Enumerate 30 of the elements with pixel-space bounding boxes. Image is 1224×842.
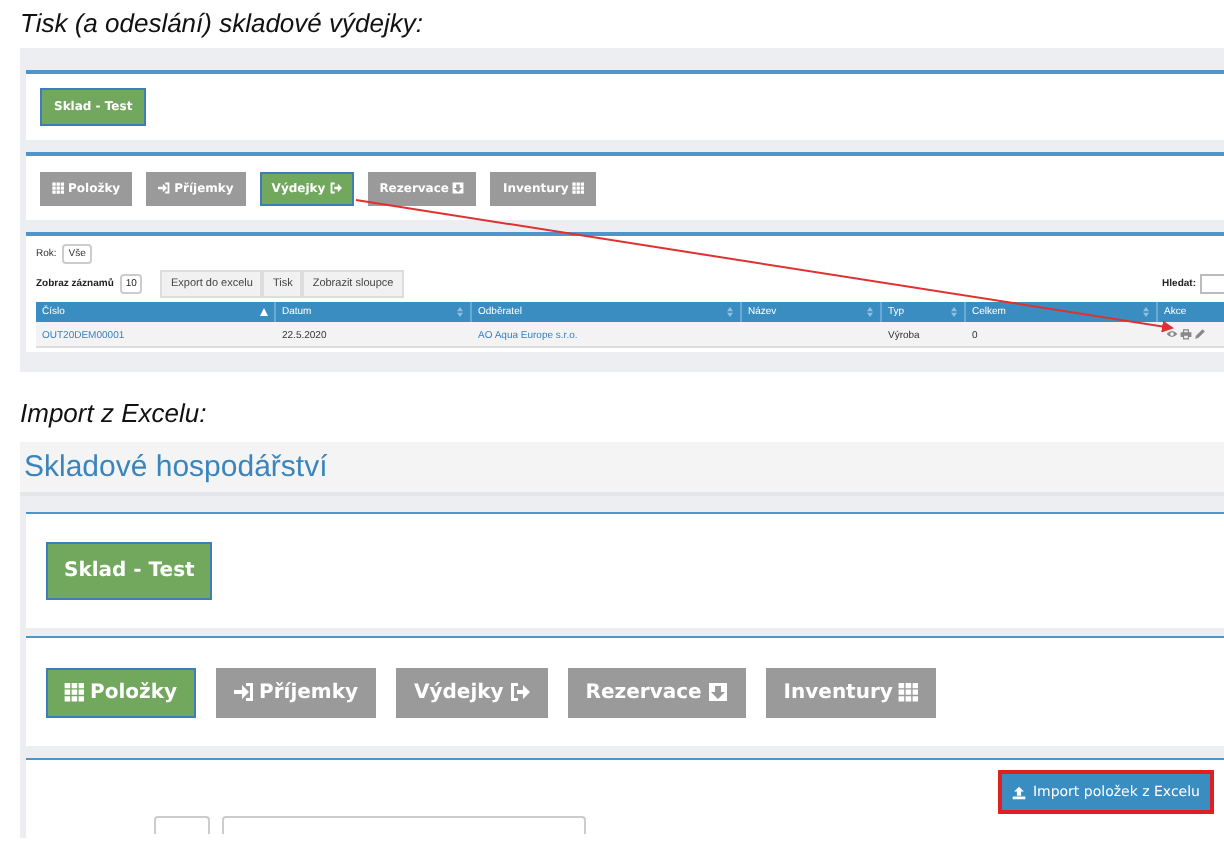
module-tab[interactable]: Položky bbox=[46, 667, 195, 717]
search-field[interactable] bbox=[1200, 274, 1224, 294]
module-tab[interactable]: Výdejky bbox=[396, 667, 548, 717]
sort-icon[interactable] bbox=[456, 306, 464, 318]
pencil-icon[interactable] bbox=[1194, 328, 1206, 340]
sign-in-icon bbox=[233, 682, 253, 702]
app-title: Skladové hospodářství bbox=[24, 450, 328, 484]
module-tab[interactable]: Inventury bbox=[765, 667, 937, 717]
eye-icon[interactable] bbox=[1166, 328, 1178, 340]
module-tab[interactable]: Rezervace bbox=[567, 667, 746, 717]
download-icon bbox=[707, 682, 728, 702]
module-tab[interactable]: Příjemky bbox=[215, 667, 376, 717]
grid-icon bbox=[898, 682, 919, 702]
grid-icon bbox=[64, 682, 84, 702]
upload-icon bbox=[1012, 785, 1027, 799]
sign-out-icon bbox=[509, 682, 530, 702]
sort-icon[interactable] bbox=[950, 306, 958, 318]
sign-in-icon bbox=[158, 182, 171, 194]
sort-icon[interactable] bbox=[1142, 306, 1150, 318]
grid-icon bbox=[52, 182, 64, 194]
sort-icon[interactable] bbox=[866, 306, 874, 318]
sort-icon[interactable] bbox=[726, 306, 734, 318]
caption: Tisk (a odeslání) skladové výdejky: bbox=[18, 6, 423, 42]
caption: Import z Excelu: bbox=[18, 396, 207, 432]
grid-icon bbox=[572, 182, 585, 194]
download-icon bbox=[452, 182, 465, 194]
sort-up-icon[interactable] bbox=[260, 306, 268, 318]
select-field[interactable] bbox=[154, 816, 210, 834]
sign-out-icon bbox=[329, 182, 342, 194]
warehouse-button[interactable]: Sklad - Test bbox=[46, 542, 213, 600]
